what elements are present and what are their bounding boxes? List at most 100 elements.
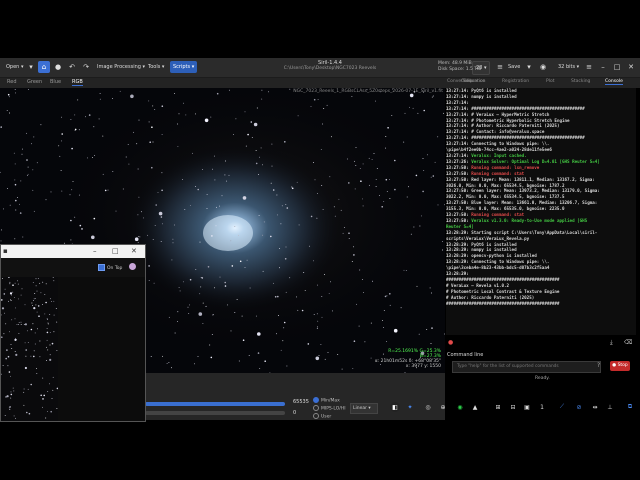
window-maximize-icon[interactable]: □: [112, 247, 119, 255]
negative-view-icon[interactable]: ◧: [390, 402, 400, 412]
star: [383, 310, 385, 311]
star: [162, 355, 164, 357]
clear-log-icon[interactable]: ⌫: [624, 339, 632, 346]
star: [247, 133, 249, 136]
scripts-menu[interactable]: Scripts ▾: [170, 61, 198, 73]
settings-icon[interactable]: [129, 263, 136, 270]
star: [39, 282, 41, 284]
star: [15, 92, 17, 94]
star: [52, 343, 54, 345]
star: [45, 199, 47, 201]
save-button[interactable]: Save: [505, 61, 523, 73]
star: [383, 200, 385, 202]
window-close-icon[interactable]: ✕: [131, 247, 137, 255]
minimize-icon[interactable]: –: [597, 61, 609, 73]
bit-depth-menu[interactable]: 32 bits ▾: [555, 61, 582, 73]
high-value[interactable]: 65535: [293, 399, 309, 405]
star: [49, 354, 51, 356]
close-icon[interactable]: ✕: [625, 61, 637, 73]
link-icon[interactable]: ⊘: [574, 402, 584, 412]
star: [321, 316, 323, 318]
minmax-radio[interactable]: Min/Max: [313, 397, 340, 404]
high-cutoff-slider[interactable]: [145, 402, 285, 406]
stop-button[interactable]: ● Stop: [610, 361, 630, 371]
star: [313, 98, 316, 101]
scale-select[interactable]: Linear ▾: [350, 403, 378, 414]
record-icon[interactable]: ●: [52, 61, 64, 73]
zoom-one-icon[interactable]: 1: [537, 402, 547, 412]
star: [51, 398, 53, 400]
script-window-titlebar[interactable]: ▪ – □ ✕: [1, 245, 145, 258]
low-cutoff-slider[interactable]: [145, 411, 285, 415]
tab-stacking[interactable]: Stacking: [571, 79, 590, 84]
command-input[interactable]: Type "help" for the list of supported co…: [452, 361, 601, 373]
zoom-in-icon[interactable]: ⊞: [493, 402, 503, 412]
maximize-icon[interactable]: □: [611, 61, 623, 73]
zoom-fit-icon[interactable]: ▣: [522, 402, 532, 412]
tab-registration[interactable]: Registration: [502, 79, 529, 84]
mips-radio[interactable]: MIPS-LO/HI: [313, 405, 346, 412]
snapshot-icon[interactable]: ◉: [537, 61, 549, 73]
autostretch-icon[interactable]: ◉: [455, 402, 465, 412]
image-processing-menu[interactable]: Image Processing ▾: [94, 61, 148, 73]
star: [231, 265, 234, 267]
star: [271, 165, 273, 167]
star: [430, 176, 432, 178]
star: [353, 340, 356, 342]
snapshot-compare-icon[interactable]: ◎: [423, 402, 433, 412]
tab-console[interactable]: Console: [605, 79, 623, 85]
preview-image[interactable]: [1, 277, 58, 421]
star: [161, 105, 164, 107]
color-map-icon[interactable]: ✦: [405, 402, 415, 412]
tab-plot[interactable]: Plot: [546, 79, 554, 84]
star: [245, 145, 247, 147]
star: [387, 127, 389, 129]
console-log[interactable]: 13:27:14: PyQt6 is installed 13:27:14: nu…: [446, 88, 636, 335]
download-log-icon[interactable]: ⤓: [610, 339, 613, 347]
stop-label: Stop: [617, 363, 628, 368]
on-top-label: On Top: [107, 266, 123, 271]
home-icon[interactable]: ⌂: [38, 61, 50, 73]
tab-rgb[interactable]: RGB: [72, 79, 83, 86]
help-icon[interactable]: ?: [597, 362, 600, 369]
star: [32, 304, 33, 306]
tab-red[interactable]: Red: [7, 79, 17, 85]
user-radio[interactable]: User: [313, 413, 331, 420]
star: [358, 325, 360, 327]
hamburger-icon[interactable]: ≡: [583, 61, 595, 73]
on-top-checkbox[interactable]: On Top: [98, 264, 122, 271]
open-button[interactable]: Open ▾: [3, 61, 26, 73]
tools-menu[interactable]: Tools ▾: [145, 61, 167, 73]
mirror-x-icon[interactable]: ⇹: [590, 402, 600, 412]
histogram-icon[interactable]: ▲: [470, 402, 480, 412]
undo-icon[interactable]: ↶: [66, 61, 78, 73]
star: [423, 170, 425, 171]
desktop-background: [0, 420, 445, 480]
redo-icon[interactable]: ↷: [80, 61, 92, 73]
grid-icon[interactable]: ⊕: [438, 402, 448, 412]
window-minimize-icon[interactable]: –: [93, 247, 97, 255]
script-window[interactable]: ▪ – □ ✕ On Top: [0, 244, 146, 422]
star: [215, 206, 217, 208]
console-message: \pipe\b4f2ee0b-74cc-4ae2-a024-28de11fe5e…: [446, 147, 552, 153]
star: [322, 209, 324, 210]
star: [268, 91, 270, 93]
star: [195, 113, 196, 115]
star: [189, 278, 192, 281]
low-value[interactable]: 0: [293, 410, 296, 416]
tab-green[interactable]: Green: [27, 79, 42, 85]
tab-calibration[interactable]: Calibration: [461, 79, 485, 84]
star: [45, 417, 47, 419]
tab-blue[interactable]: Blue: [50, 79, 61, 85]
save-options-icon[interactable]: ▾: [523, 61, 535, 73]
photometry-icon[interactable]: ⧉: [625, 402, 635, 412]
annotate-icon[interactable]: ⟋: [557, 402, 567, 412]
star: [11, 294, 12, 296]
star: [148, 100, 150, 102]
star: [370, 322, 372, 324]
zoom-out-icon[interactable]: ⊟: [508, 402, 518, 412]
star: [49, 313, 51, 315]
mirror-y-icon[interactable]: ⊥: [605, 402, 615, 412]
recent-dropdown-icon[interactable]: ▾: [25, 61, 37, 73]
star: [56, 321, 58, 323]
